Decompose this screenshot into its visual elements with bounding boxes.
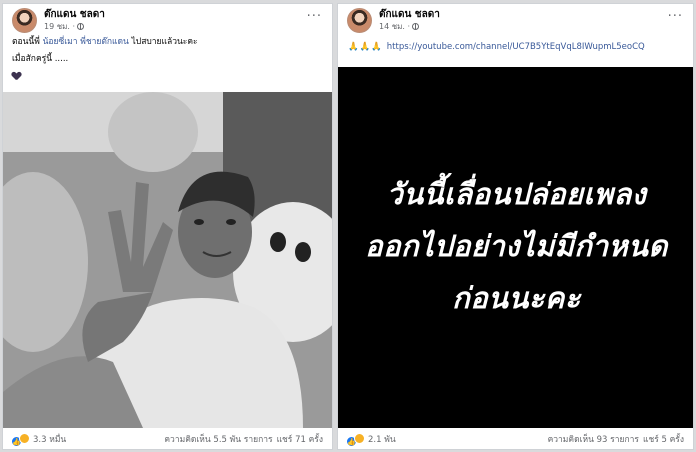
- photo-graphic: [3, 92, 332, 428]
- mention-link[interactable]: น้อยซี่เมา: [43, 37, 78, 47]
- share-count-link[interactable]: แชร์ 71 ครั้ง: [277, 435, 323, 445]
- timestamp: 14 ชม. ·: [379, 22, 411, 31]
- share-count-link[interactable]: แชร์ 5 ครั้ง: [643, 435, 684, 445]
- post-text: ตอนนี้พี่ น้อยซี่เมา พี่ชายต๊กแดน ไปสบาย…: [3, 34, 332, 51]
- youtube-link[interactable]: 🙏🙏🙏 https://youtube.com/channel/UC7B5YtEq…: [348, 42, 645, 52]
- avatar[interactable]: [347, 8, 372, 33]
- pray-emoji-icon: 🙏🙏🙏: [348, 42, 383, 52]
- reaction-summary[interactable]: 👍 3.3 หมื่น: [11, 432, 66, 447]
- engagement-stats: ความคิดเห็น 93 รายการ แชร์ 5 ครั้ง: [544, 432, 684, 446]
- post-footer: 👍 2.1 พัน ความคิดเห็น 93 รายการ แชร์ 5 ครั…: [338, 426, 693, 449]
- post-photo[interactable]: [3, 92, 332, 428]
- left-post-card: ต๊กแดน ชลดา 19 ชม. · ··· ตอนนี้พี่ น้อยซ…: [2, 3, 333, 450]
- post-header: ต๊กแดน ชลดา 14 ชม. · ···: [338, 4, 693, 33]
- link-url: https://youtube.com/channel/UC7B5YtEqVqL…: [386, 42, 645, 52]
- engagement-stats: ความคิดเห็น 5.5 พัน รายการ แชร์ 71 ครั้ง: [160, 432, 323, 446]
- post-text-line3: [3, 68, 332, 88]
- image-text-line1: วันนี้เลื่อนปล่อยเพลง: [386, 177, 647, 211]
- post-header: ต๊กแดน ชลดา 19 ชม. · ···: [3, 4, 332, 33]
- timestamp: 19 ชม. ·: [44, 22, 76, 31]
- text-segment: ตอนนี้พี่: [12, 37, 43, 47]
- post-image[interactable]: วันนี้เลื่อนปล่อยเพลง ออกไปอย่างไม่มีกำห…: [338, 67, 693, 428]
- text-segment: ไปสบายแล้วนะคะ: [128, 37, 198, 47]
- globe-icon: [412, 23, 420, 30]
- comment-count-link[interactable]: ความคิดเห็น 5.5 พัน รายการ: [164, 435, 272, 445]
- comment-count-link[interactable]: ความคิดเห็น 93 รายการ: [548, 435, 639, 445]
- reaction-count: 3.3 หมื่น: [33, 435, 67, 445]
- right-post-card: ต๊กแดน ชลดา 14 ชม. · ··· 🙏🙏🙏 https://yout…: [337, 3, 694, 450]
- sad-reaction-icon: [354, 433, 365, 444]
- image-text-line3: ก่อนนะคะ: [452, 281, 581, 315]
- post-time[interactable]: 14 ชม. ·: [379, 20, 420, 33]
- post-text-line2: เมื่อสักครู่นี้ .....: [12, 54, 69, 64]
- sad-reaction-icon: [19, 433, 30, 444]
- image-text-line2: ออกไปอย่างไม่มีกำหนด: [365, 229, 668, 263]
- reaction-summary[interactable]: 👍 2.1 พัน: [346, 432, 396, 447]
- reaction-count: 2.1 พัน: [368, 435, 396, 445]
- more-options-button[interactable]: ···: [307, 9, 322, 24]
- more-options-button[interactable]: ···: [668, 9, 683, 24]
- post-time[interactable]: 19 ชม. ·: [44, 20, 85, 33]
- globe-icon: [77, 23, 85, 30]
- mention-link[interactable]: พี่ชายต๊กแดน: [80, 37, 129, 47]
- post-footer: 👍 3.3 หมื่น ความคิดเห็น 5.5 พัน รายการ แชร…: [3, 426, 332, 449]
- avatar[interactable]: [12, 8, 37, 33]
- black-heart-icon: [12, 72, 21, 81]
